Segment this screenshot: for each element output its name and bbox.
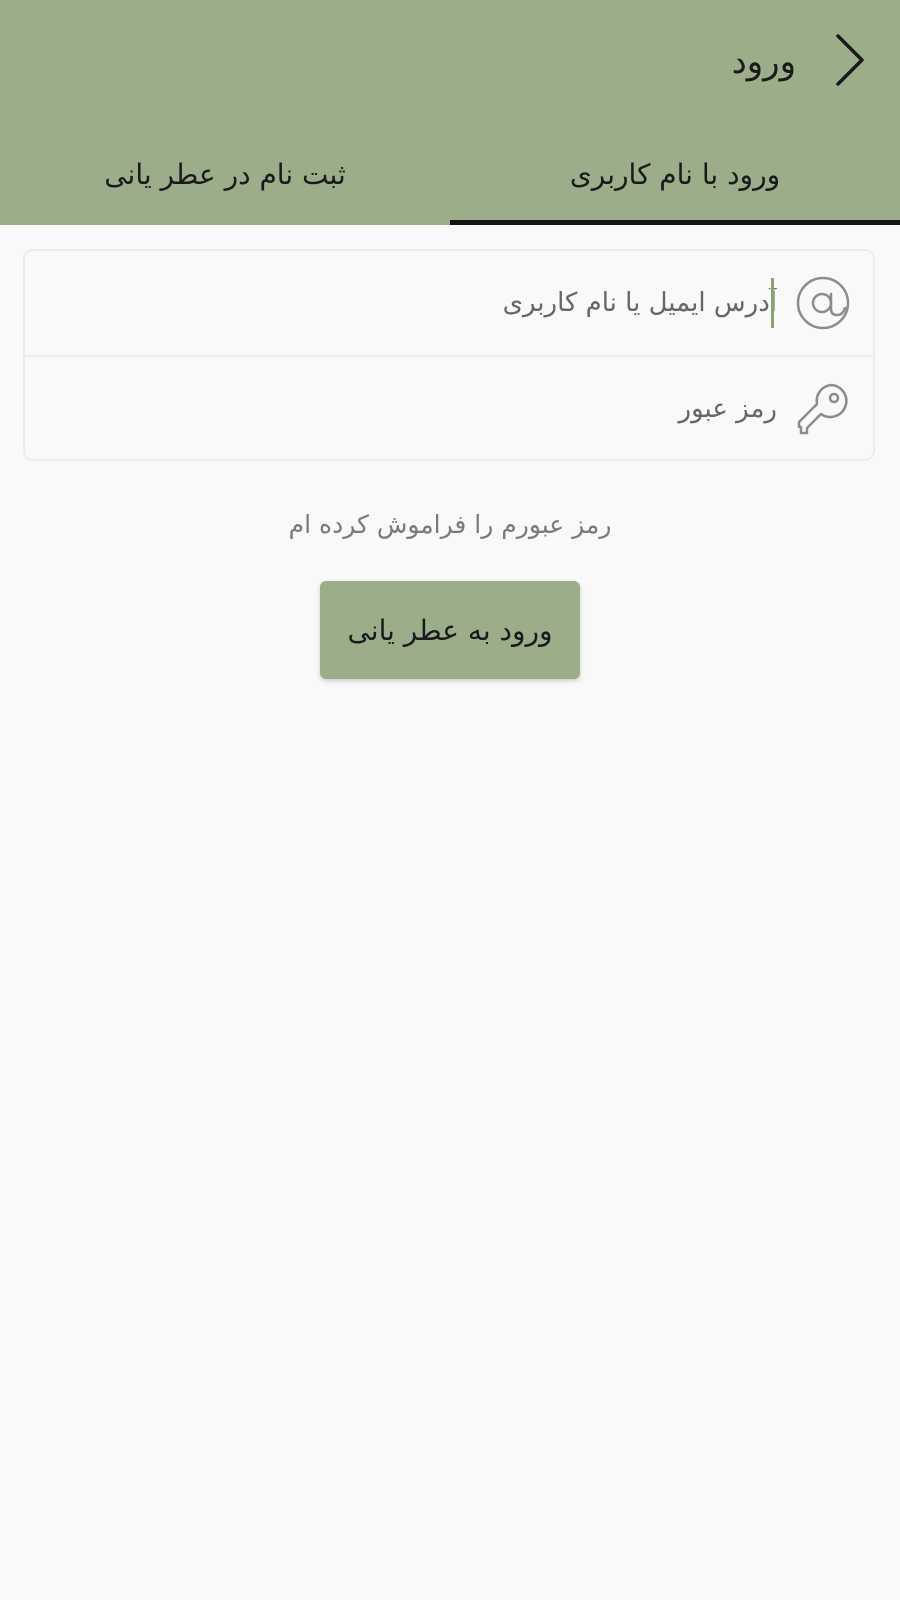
page-title: ورود	[731, 42, 796, 82]
at-sign-icon	[796, 276, 850, 330]
email-input[interactable]	[177, 273, 777, 333]
app-bar: ورود ورود با نام کاربری ثبت نام در عطر ی…	[0, 0, 900, 225]
login-button[interactable]: ورود به عطر یانی	[320, 581, 580, 679]
tab-indicator	[450, 220, 900, 225]
text-caret	[771, 278, 774, 328]
tab-register[interactable]: ثبت نام در عطر یانی	[0, 140, 450, 225]
tab-label: ثبت نام در عطر یانی	[104, 158, 346, 191]
login-form	[23, 249, 875, 461]
forgot-password-link[interactable]: رمز عبورم را فراموش کرده ام	[0, 505, 900, 545]
tab-bar: ورود با نام کاربری ثبت نام در عطر یانی	[0, 140, 900, 225]
password-field-row	[25, 357, 873, 461]
tab-login-with-username[interactable]: ورود با نام کاربری	[450, 140, 900, 225]
key-icon	[797, 383, 848, 435]
chevron-right-icon[interactable]	[834, 32, 866, 88]
password-input[interactable]	[177, 379, 777, 439]
email-field-row	[25, 251, 873, 357]
tab-label: ورود با نام کاربری	[569, 158, 781, 191]
